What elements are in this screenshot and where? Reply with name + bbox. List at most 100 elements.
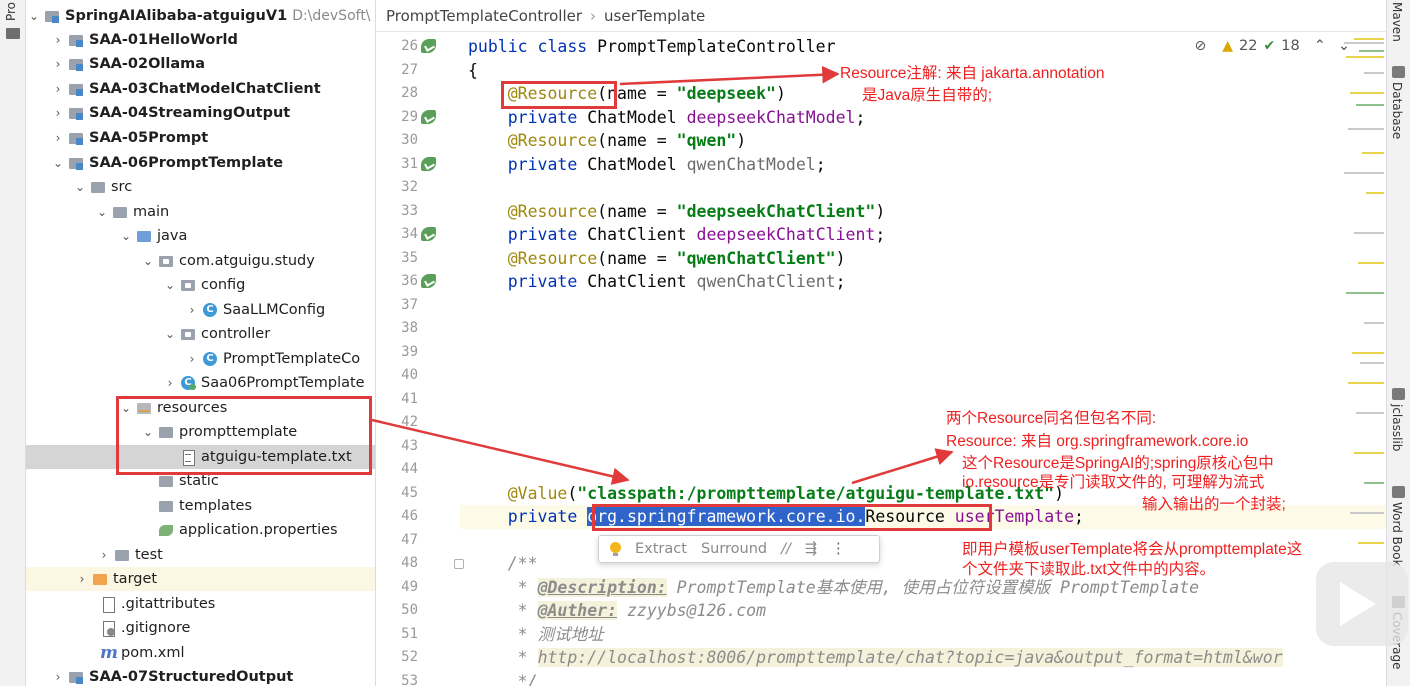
tree-label: pom.xml [121, 645, 185, 661]
tree-label: SaaLLMConfig [223, 302, 326, 318]
line-number: 42 [401, 414, 418, 430]
file-icon [100, 597, 116, 613]
line-number: 46 [401, 508, 418, 524]
code-line-27: { [468, 61, 478, 80]
word-book-tool-tab[interactable]: Word Book [1390, 502, 1404, 567]
tree-row-application-class[interactable]: › Saa06PromptTemplate [26, 371, 375, 395]
module-icon [68, 106, 84, 120]
line-number: 51 [401, 625, 418, 642]
spring-bean-gutter-icon[interactable] [420, 38, 438, 54]
tree-label: PromptTemplateCo [223, 351, 361, 367]
tree-row-saa02[interactable]: › SAA-02Ollama [26, 52, 375, 76]
tree-row-src[interactable]: ⌄ src [26, 175, 375, 199]
tree-row-project-root[interactable]: ⌄ SpringAIAlibaba-atguiguV1 D:\devSoft\ [26, 4, 375, 28]
tree-row-main[interactable]: ⌄ main [26, 200, 375, 224]
tree-row-pom[interactable]: pom.xml [26, 641, 375, 665]
minimap-line [1344, 42, 1384, 44]
tree-row-controller[interactable]: ⌄ controller [26, 322, 375, 346]
tree-row-test[interactable]: › test [26, 543, 375, 567]
minimap-line [1358, 542, 1384, 544]
code-line-53: */ [507, 672, 538, 686]
chevron-right-icon[interactable]: › [50, 82, 66, 96]
tree-row-saa06[interactable]: ⌄ SAA-06PromptTemplate [26, 151, 375, 175]
jclasslib-tool-tab[interactable]: jclasslib [1390, 404, 1404, 451]
chevron-right-icon[interactable]: › [74, 572, 90, 586]
chevron-right-icon[interactable]: › [50, 106, 66, 120]
chevron-right-icon[interactable]: › [162, 376, 178, 390]
tree-label: controller [201, 326, 271, 342]
code-line-35: @Resource(name = "qwenChatClient") [507, 249, 846, 268]
database-tool-tab[interactable]: Database [1390, 82, 1404, 139]
line-number: 28 [401, 85, 418, 101]
code-line-26: public class PromptTemplateController [468, 37, 836, 56]
spring-bean-gutter-icon[interactable] [420, 226, 438, 242]
tree-row-saallmconfig[interactable]: › SaaLLMConfig [26, 298, 375, 322]
tree-label: config [201, 277, 246, 293]
tree-row-saa05[interactable]: › SAA-05Prompt [26, 126, 375, 150]
chevron-right-icon[interactable]: › [50, 33, 66, 47]
line-number: 49 [401, 578, 418, 595]
tree-label: test [135, 547, 163, 563]
tree-row-gitignore[interactable]: .gitignore [26, 616, 375, 640]
line-number: 47 [401, 531, 418, 548]
properties-file-icon [158, 523, 174, 537]
tree-row-saa01[interactable]: › SAA-01HelloWorld [26, 28, 375, 52]
chevron-right-icon[interactable]: › [50, 57, 66, 71]
chevron-down-icon[interactable]: ⌄ [140, 254, 156, 268]
spring-bean-gutter-icon[interactable] [420, 273, 438, 289]
note-3-line-1: 即用户模板userTemplate将会从prompttemplate这 [962, 541, 1303, 558]
line-number: 32 [401, 179, 418, 195]
tree-row-package[interactable]: ⌄ com.atguigu.study [26, 249, 375, 273]
extract-action[interactable]: Extract [635, 541, 687, 557]
chevron-right-icon[interactable]: › [184, 352, 200, 366]
breadcrumb-separator: › [590, 6, 597, 25]
reformat-action-icon[interactable]: ⇶ [805, 541, 817, 557]
lightbulb-icon[interactable] [609, 541, 621, 557]
play-button-overlay[interactable] [1316, 562, 1408, 646]
chevron-down-icon[interactable]: ⌄ [50, 156, 66, 170]
code-area[interactable]: public class PromptTemplateController { … [460, 32, 1386, 686]
spring-bean-gutter-icon[interactable] [420, 156, 438, 172]
tree-row-gitattributes[interactable]: .gitattributes [26, 592, 375, 616]
maven-icon [100, 643, 118, 663]
tree-row-saa07[interactable]: › SAA-07StructuredOutput [26, 665, 375, 686]
tree-row-templates[interactable]: templates [26, 494, 375, 518]
chevron-right-icon[interactable]: › [184, 303, 200, 317]
more-actions-icon[interactable]: ⋮ [831, 541, 846, 557]
chevron-down-icon[interactable]: ⌄ [118, 229, 134, 243]
surround-action[interactable]: Surround [701, 541, 767, 557]
chevron-down-icon[interactable]: ⌄ [26, 9, 42, 23]
tree-row-config[interactable]: ⌄ config [26, 273, 375, 297]
tree-row-prompttemplatecontroller[interactable]: › PromptTemplateCo [26, 347, 375, 371]
chevron-down-icon[interactable]: ⌄ [162, 327, 178, 341]
minimap-line [1364, 72, 1384, 74]
chevron-right-icon[interactable]: › [50, 670, 66, 684]
folder-icon[interactable] [6, 28, 20, 39]
chevron-down-icon[interactable]: ⌄ [72, 180, 88, 194]
comment-action-icon[interactable]: // [781, 541, 791, 557]
tree-row-saa03[interactable]: › SAA-03ChatModelChatClient [26, 77, 375, 101]
tree-label: SAA-01HelloWorld [89, 32, 238, 48]
chevron-right-icon[interactable]: › [50, 131, 66, 145]
chevron-right-icon[interactable]: › [96, 548, 112, 562]
tree-row-target[interactable]: › target [26, 567, 375, 591]
note-2-line-4: io.resource是专门读取文件的, 可理解为流式 [962, 474, 1265, 491]
note-3-line-2: 个文件夹下读取此.txt文件中的内容。 [962, 561, 1216, 578]
spring-bean-gutter-icon[interactable] [420, 109, 438, 125]
project-tool-tab[interactable]: Pro [4, 2, 18, 21]
breadcrumb-class[interactable]: PromptTemplateController [386, 7, 582, 25]
maven-tool-tab[interactable]: Maven [1390, 2, 1404, 42]
tree-row-saa04[interactable]: › SAA-04StreamingOutput [26, 101, 375, 125]
note-2-line-5: 输入输出的一个封装; [1142, 496, 1286, 513]
tree-label: target [113, 571, 158, 587]
tree-row-application-properties[interactable]: application.properties [26, 518, 375, 542]
line-number: 34 [401, 226, 418, 242]
chevron-down-icon[interactable]: ⌄ [162, 278, 178, 292]
chevron-down-icon[interactable]: ⌄ [94, 205, 110, 219]
tree-row-java[interactable]: ⌄ java [26, 224, 375, 248]
minimap-line [1350, 92, 1384, 94]
breadcrumb-member[interactable]: userTemplate [604, 7, 705, 25]
tree-label: Saa06PromptTemplate [201, 375, 365, 391]
tree-label: SAA-03ChatModelChatClient [89, 81, 321, 97]
tree-label: application.properties [179, 522, 338, 538]
